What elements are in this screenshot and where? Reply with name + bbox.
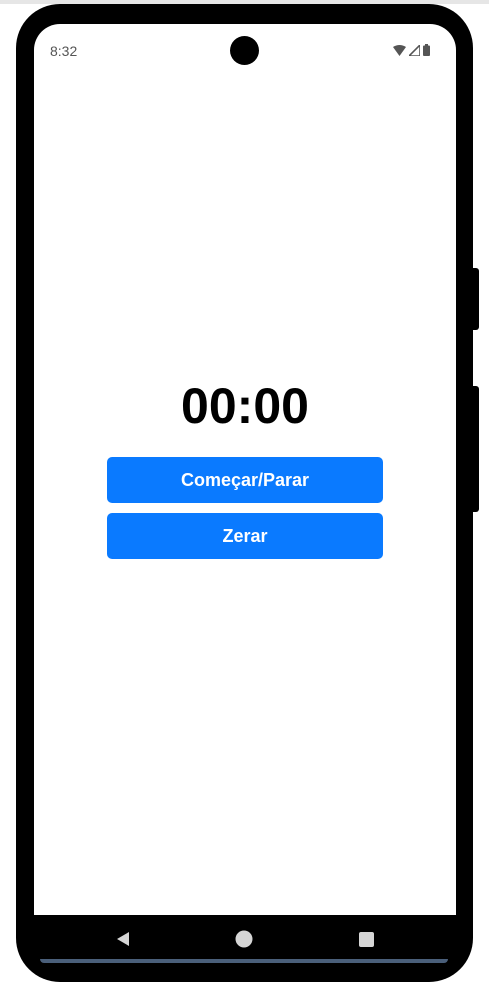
signal-icon [409, 44, 420, 56]
navigation-bar [34, 915, 456, 963]
app-screen: 8:32 00:00 Começar/Parar Zerar [34, 24, 456, 915]
back-icon[interactable] [113, 929, 133, 949]
recents-icon[interactable] [356, 929, 376, 949]
home-icon[interactable] [234, 929, 254, 949]
status-bar: 8:32 [34, 24, 456, 74]
start-stop-button[interactable]: Começar/Parar [107, 457, 383, 503]
status-icons [393, 43, 430, 57]
camera-cutout [230, 36, 259, 65]
gesture-strip [40, 959, 448, 963]
battery-icon [423, 44, 430, 56]
volume-button[interactable] [473, 386, 479, 512]
wifi-icon [393, 44, 406, 56]
timer-display: 00:00 [181, 378, 309, 434]
status-time: 8:32 [50, 43, 78, 59]
power-button[interactable] [473, 268, 479, 330]
reset-button[interactable]: Zerar [107, 513, 383, 559]
